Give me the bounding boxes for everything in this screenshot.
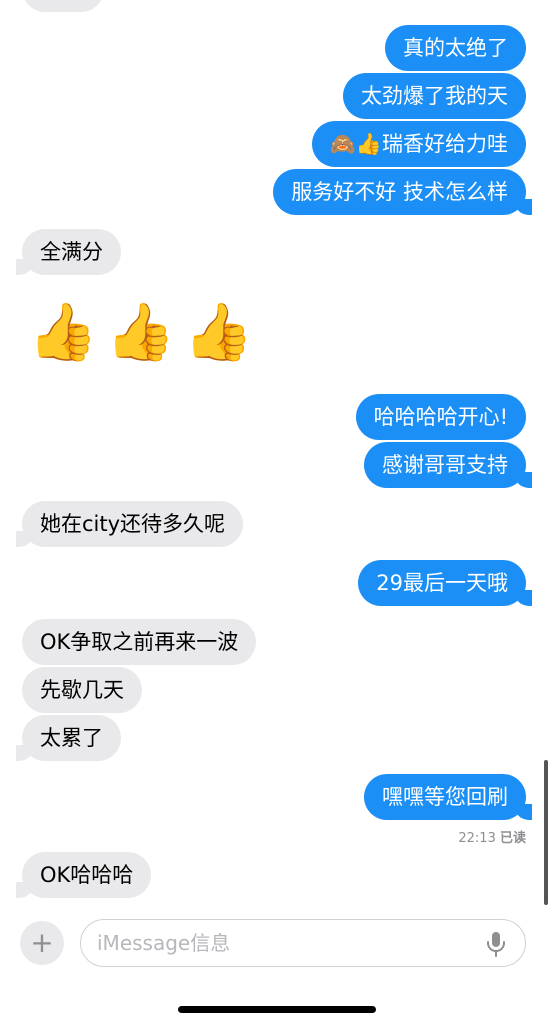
plus-icon[interactable]: + <box>20 921 64 965</box>
message-bubble-sent[interactable]: 哈哈哈哈开心! <box>355 394 526 440</box>
home-indicator[interactable] <box>178 1006 376 1013</box>
message-bubble-sent[interactable]: 服务好不好 技术怎么样 <box>273 169 532 215</box>
conversation-thread[interactable]: 真的太绝了 太劲爆了我的天 🙈👍瑞香好给力哇 服务好不好 技术怎么样 全满分 👍… <box>0 0 553 910</box>
message-input[interactable]: iMessage信息 <box>80 919 526 967</box>
receipt-time: 22:13 <box>458 831 496 846</box>
message-bubble-sent[interactable]: 29最后一天哦 <box>358 560 532 606</box>
message-bubble-sent[interactable]: 太劲爆了我的天 <box>343 73 526 119</box>
read-receipt: 22:13 已读 <box>458 827 526 846</box>
message-bubble-received[interactable]: 先歇几天 <box>22 667 142 713</box>
message-input-placeholder: iMessage信息 <box>97 931 231 955</box>
message-bubble-received[interactable]: OK争取之前再来一波 <box>22 619 257 665</box>
message-bubble-received[interactable]: 全满分 <box>16 229 121 275</box>
message-composer: + iMessage信息 <box>0 915 553 975</box>
message-bubble-received[interactable]: OK哈哈哈 <box>15 852 152 898</box>
message-bubble-sent[interactable]: 感谢哥哥支持 <box>364 442 532 488</box>
message-bubble-received[interactable]: 太累了 <box>16 715 121 761</box>
receipt-status: 已读 <box>499 831 526 846</box>
message-bubble-sent[interactable]: 嘿嘿等您回刷 <box>364 774 532 820</box>
scrollbar[interactable] <box>544 760 548 905</box>
message-bubble-partial <box>22 0 104 12</box>
message-bubble-received[interactable]: 她在city还待多久呢 <box>15 501 244 547</box>
message-bubble-sent[interactable]: 真的太绝了 <box>385 25 526 71</box>
microphone-icon[interactable] <box>485 931 507 957</box>
message-bubble-sent[interactable]: 🙈👍瑞香好给力哇 <box>311 121 526 167</box>
thumbs-up-emoji-message[interactable]: 👍👍👍 <box>28 300 261 366</box>
